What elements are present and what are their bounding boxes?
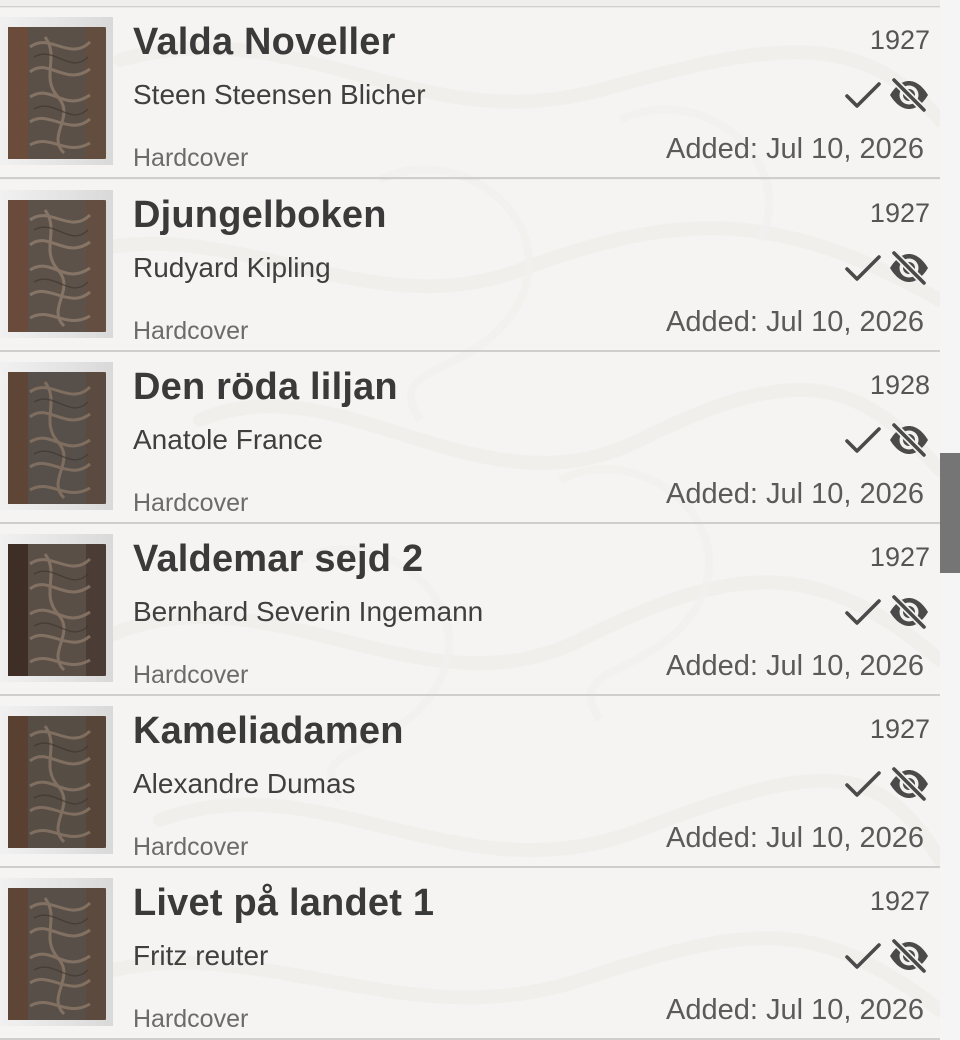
book-format: Hardcover (133, 489, 249, 517)
book-status-icons (844, 937, 930, 978)
book-cover-thumbnail[interactable] (0, 878, 113, 1026)
book-title: Livet på landet 1 (133, 882, 435, 924)
book-added-date: Added: Jul 10, 2026 (666, 133, 924, 165)
eye-off-icon[interactable] (888, 421, 930, 462)
book-format: Hardcover (133, 661, 249, 689)
book-status-icons (844, 249, 930, 290)
eye-off-icon[interactable] (888, 765, 930, 806)
book-year: 1927 (869, 198, 930, 228)
book-row[interactable]: Livet på landet 1 Fritz reuter Hardcover… (0, 868, 940, 1040)
eye-off-icon[interactable] (888, 937, 930, 978)
book-year: 1928 (869, 370, 930, 400)
book-status-icons (844, 76, 930, 117)
book-author: Anatole France (133, 424, 323, 455)
book-year: 1927 (869, 886, 930, 916)
book-author: Rudyard Kipling (133, 252, 331, 283)
book-row[interactable]: Kameliadamen Alexandre Dumas Hardcover 1… (0, 696, 940, 868)
book-cover-thumbnail[interactable] (0, 534, 113, 682)
book-added-date: Added: Jul 10, 2026 (666, 994, 924, 1026)
book-row[interactable]: Valda Noveller Steen Steensen Blicher Ha… (0, 7, 940, 179)
check-icon[interactable] (844, 940, 882, 977)
check-icon[interactable] (844, 768, 882, 805)
book-title: Djungelboken (133, 194, 387, 236)
book-format: Hardcover (133, 1005, 249, 1033)
book-author: Bernhard Severin Ingemann (133, 596, 484, 627)
book-year: 1927 (869, 542, 930, 572)
book-row[interactable]: Den röda liljan Anatole France Hardcover… (0, 352, 940, 524)
book-format: Hardcover (133, 144, 249, 172)
book-row[interactable]: Valdemar sejd 2 Bernhard Severin Ingeman… (0, 524, 940, 696)
book-status-icons (844, 593, 930, 634)
book-cover-thumbnail[interactable] (0, 17, 113, 165)
book-row[interactable]: Djungelboken Rudyard Kipling Hardcover 1… (0, 180, 940, 352)
check-icon[interactable] (844, 79, 882, 116)
book-added-date: Added: Jul 10, 2026 (666, 650, 924, 682)
check-icon[interactable] (844, 424, 882, 461)
book-year: 1927 (869, 714, 930, 744)
book-added-date: Added: Jul 10, 2026 (666, 478, 924, 510)
book-format: Hardcover (133, 833, 249, 861)
book-added-date: Added: Jul 10, 2026 (666, 822, 924, 854)
book-author: Steen Steensen Blicher (133, 79, 426, 110)
book-list: Valda Noveller Steen Steensen Blicher Ha… (0, 0, 940, 1040)
scrollbar-thumb[interactable] (940, 453, 960, 573)
book-cover-thumbnail[interactable] (0, 190, 113, 338)
book-cover-thumbnail[interactable] (0, 706, 113, 854)
book-cover-thumbnail[interactable] (0, 362, 113, 510)
eye-off-icon[interactable] (888, 76, 930, 117)
book-status-icons (844, 421, 930, 462)
book-title: Kameliadamen (133, 710, 404, 752)
eye-off-icon[interactable] (888, 249, 930, 290)
check-icon[interactable] (844, 252, 882, 289)
book-added-date: Added: Jul 10, 2026 (666, 306, 924, 338)
book-format: Hardcover (133, 317, 249, 345)
book-title: Den röda liljan (133, 366, 398, 408)
book-title: Valdemar sejd 2 (133, 538, 424, 580)
book-author: Alexandre Dumas (133, 768, 356, 799)
book-year: 1927 (869, 25, 930, 55)
book-status-icons (844, 765, 930, 806)
eye-off-icon[interactable] (888, 593, 930, 634)
book-title: Valda Noveller (133, 21, 396, 63)
check-icon[interactable] (844, 596, 882, 633)
book-author: Fritz reuter (133, 940, 269, 971)
